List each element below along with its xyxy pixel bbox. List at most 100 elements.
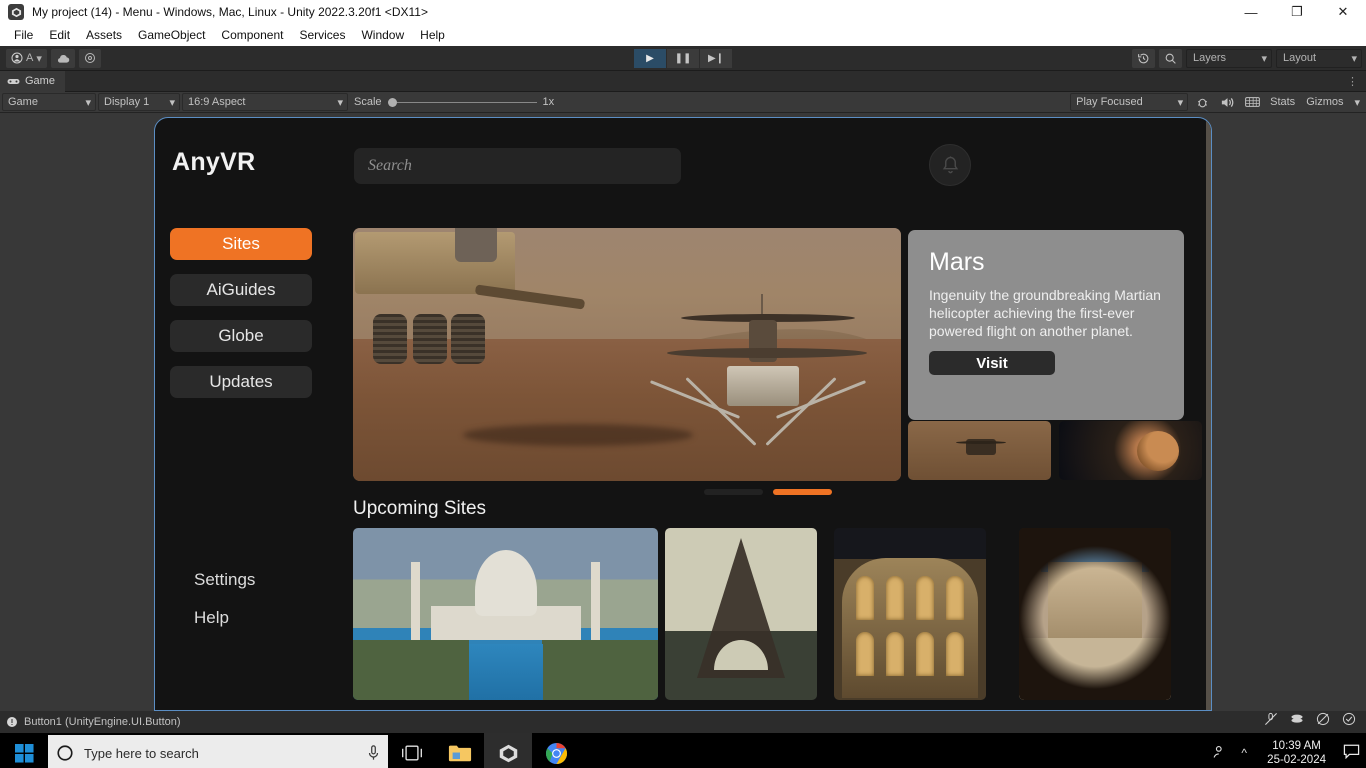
menu-item-help[interactable]: Help: [412, 24, 453, 46]
menu-bar: File Edit Assets GameObject Component Se…: [0, 24, 1366, 46]
scale-slider[interactable]: [387, 97, 537, 107]
play-button[interactable]: ▶: [634, 48, 666, 68]
bug-icon: [1197, 98, 1207, 107]
hero-image[interactable]: [353, 228, 901, 481]
start-button[interactable]: [0, 733, 48, 768]
site-card-taj-mahal[interactable]: [353, 528, 658, 700]
scale-label: Scale: [354, 96, 382, 108]
system-tray: ^ 10:39 AM 25-02-2024: [1205, 712, 1366, 768]
unity-toolbar: A ▾ ▶ ❚❚ ▶❙ Layers ▾ Layout ▾: [0, 46, 1366, 71]
search-icon: [1165, 53, 1176, 64]
search-button[interactable]: [1159, 48, 1182, 68]
window-titlebar: My project (14) - Menu - Windows, Mac, L…: [0, 0, 1366, 24]
menu-item-component[interactable]: Component: [213, 24, 291, 46]
task-view-button[interactable]: [388, 733, 436, 768]
display-dropdown[interactable]: Display 1 ▾: [98, 93, 180, 111]
show-hidden-icons-chevron-icon[interactable]: ^: [1231, 746, 1257, 760]
game-view-selector-label: Game: [8, 96, 38, 108]
gizmos-toggle[interactable]: Gizmos: [1302, 96, 1347, 108]
vr-panel-scrollbar[interactable]: [1206, 119, 1211, 710]
sidebar-item-globe[interactable]: Globe: [170, 320, 312, 352]
sidebar-item-help[interactable]: Help: [194, 608, 255, 628]
search-input[interactable]: Search: [354, 148, 681, 184]
chevron-down-icon: ▾: [337, 96, 343, 109]
account-label: A: [26, 52, 34, 64]
play-mode-dropdown[interactable]: Play Focused ▾: [1070, 93, 1189, 111]
layers-dropdown[interactable]: Layers ▾: [1186, 48, 1272, 68]
menu-item-services[interactable]: Services: [291, 24, 353, 46]
folder-icon: [448, 745, 472, 762]
site-card-eiffel-tower[interactable]: [665, 528, 817, 700]
volume-muted-icon[interactable]: [1310, 712, 1336, 729]
window-title: My project (14) - Menu - Windows, Mac, L…: [32, 5, 428, 19]
stats-toggle[interactable]: Stats: [1266, 96, 1299, 108]
stats-grid-button[interactable]: [1241, 93, 1263, 111]
sidebar-item-updates[interactable]: Updates: [170, 366, 312, 398]
tab-label: Game: [25, 75, 55, 87]
tab-game[interactable]: Game: [0, 70, 65, 92]
sidebar-item-sites[interactable]: Sites: [170, 228, 312, 260]
maximize-button[interactable]: ❐: [1274, 0, 1320, 24]
unity-icon: [8, 4, 24, 20]
minimize-button[interactable]: —: [1228, 0, 1274, 24]
layers-label: Layers: [1193, 52, 1227, 64]
pause-button[interactable]: ❚❚: [667, 48, 699, 68]
step-button[interactable]: ▶❙: [700, 48, 732, 68]
scale-slider-knob[interactable]: [387, 97, 397, 107]
thumb-planet-graphic: [1137, 431, 1179, 471]
aspect-dropdown[interactable]: 16:9 Aspect ▾: [182, 93, 348, 111]
notifications-button[interactable]: [929, 144, 971, 186]
thumb-helicopter-graphic: [956, 439, 1006, 455]
gamepad-icon: [7, 78, 20, 84]
visit-button[interactable]: Visit: [929, 351, 1055, 375]
network-icon[interactable]: [1284, 712, 1310, 729]
sidebar-item-settings[interactable]: Settings: [194, 570, 255, 590]
people-icon[interactable]: [1205, 745, 1231, 762]
window-controls: — ❐ ✕: [1228, 0, 1366, 24]
playback-controls: ▶ ❚❚ ▶❙: [634, 48, 732, 68]
menu-item-assets[interactable]: Assets: [78, 24, 130, 46]
microphone-icon[interactable]: [367, 745, 380, 761]
taskbar-clock[interactable]: 10:39 AM 25-02-2024: [1257, 739, 1336, 767]
thumbnail-mars-helicopter[interactable]: [908, 421, 1051, 480]
gizmos-chevron-down-icon[interactable]: ▾: [1350, 96, 1364, 109]
sidebar-item-aiguides[interactable]: AiGuides: [170, 274, 312, 306]
aspect-label: 16:9 Aspect: [188, 96, 246, 108]
unity-status-bar[interactable]: Button1 (UnityEngine.UI.Button): [0, 711, 1366, 733]
game-toolbar-right: Play Focused ▾ Stats Gizmos ▾: [1070, 93, 1364, 111]
carousel-dot-2[interactable]: [773, 489, 832, 495]
editor-settings-button[interactable]: [78, 48, 101, 68]
menu-item-gameobject[interactable]: GameObject: [130, 24, 213, 46]
game-view-selector[interactable]: Game ▾: [2, 93, 96, 111]
menu-item-window[interactable]: Window: [353, 24, 412, 46]
notification-center-icon[interactable]: [1336, 744, 1366, 762]
site-card-colosseum[interactable]: [834, 528, 986, 700]
close-button[interactable]: ✕: [1320, 0, 1366, 24]
check-circle-icon[interactable]: [1336, 712, 1362, 729]
bug-report-button[interactable]: [1191, 93, 1213, 111]
mute-audio-button[interactable]: [1216, 93, 1238, 111]
thumbnail-mars-planet[interactable]: [1059, 421, 1202, 480]
scale-slider-track[interactable]: [396, 101, 537, 103]
menu-item-edit[interactable]: Edit: [41, 24, 78, 46]
scale-value: 1x: [542, 96, 555, 108]
mic-muted-icon[interactable]: [1258, 712, 1284, 729]
taskbar-app-file-explorer[interactable]: [436, 733, 484, 768]
toolbar-right-group: Layers ▾ Layout ▾: [1132, 48, 1362, 68]
taskbar-app-unity[interactable]: [484, 733, 532, 768]
cloud-button[interactable]: [50, 48, 75, 68]
taskbar-search-box[interactable]: Type here to search: [48, 735, 388, 768]
menu-item-file[interactable]: File: [6, 24, 41, 46]
toolbar-left-group: A ▾: [0, 48, 101, 68]
layout-dropdown[interactable]: Layout ▾: [1276, 48, 1362, 68]
undo-history-icon: [1138, 53, 1149, 63]
card-description: Ingenuity the groundbreaking Martian hel…: [929, 287, 1161, 339]
undo-history-button[interactable]: [1132, 48, 1155, 68]
panel-overflow-menu-icon[interactable]: ⋮: [1347, 75, 1358, 88]
carousel-dot-1[interactable]: [704, 489, 763, 495]
taskbar-app-chrome[interactable]: [532, 733, 580, 768]
chevron-down-icon: ▾: [1177, 96, 1184, 109]
account-button[interactable]: A ▾: [6, 48, 47, 68]
site-card-petra[interactable]: [1019, 528, 1171, 700]
ingenuity-helicopter-graphic: [649, 294, 883, 448]
